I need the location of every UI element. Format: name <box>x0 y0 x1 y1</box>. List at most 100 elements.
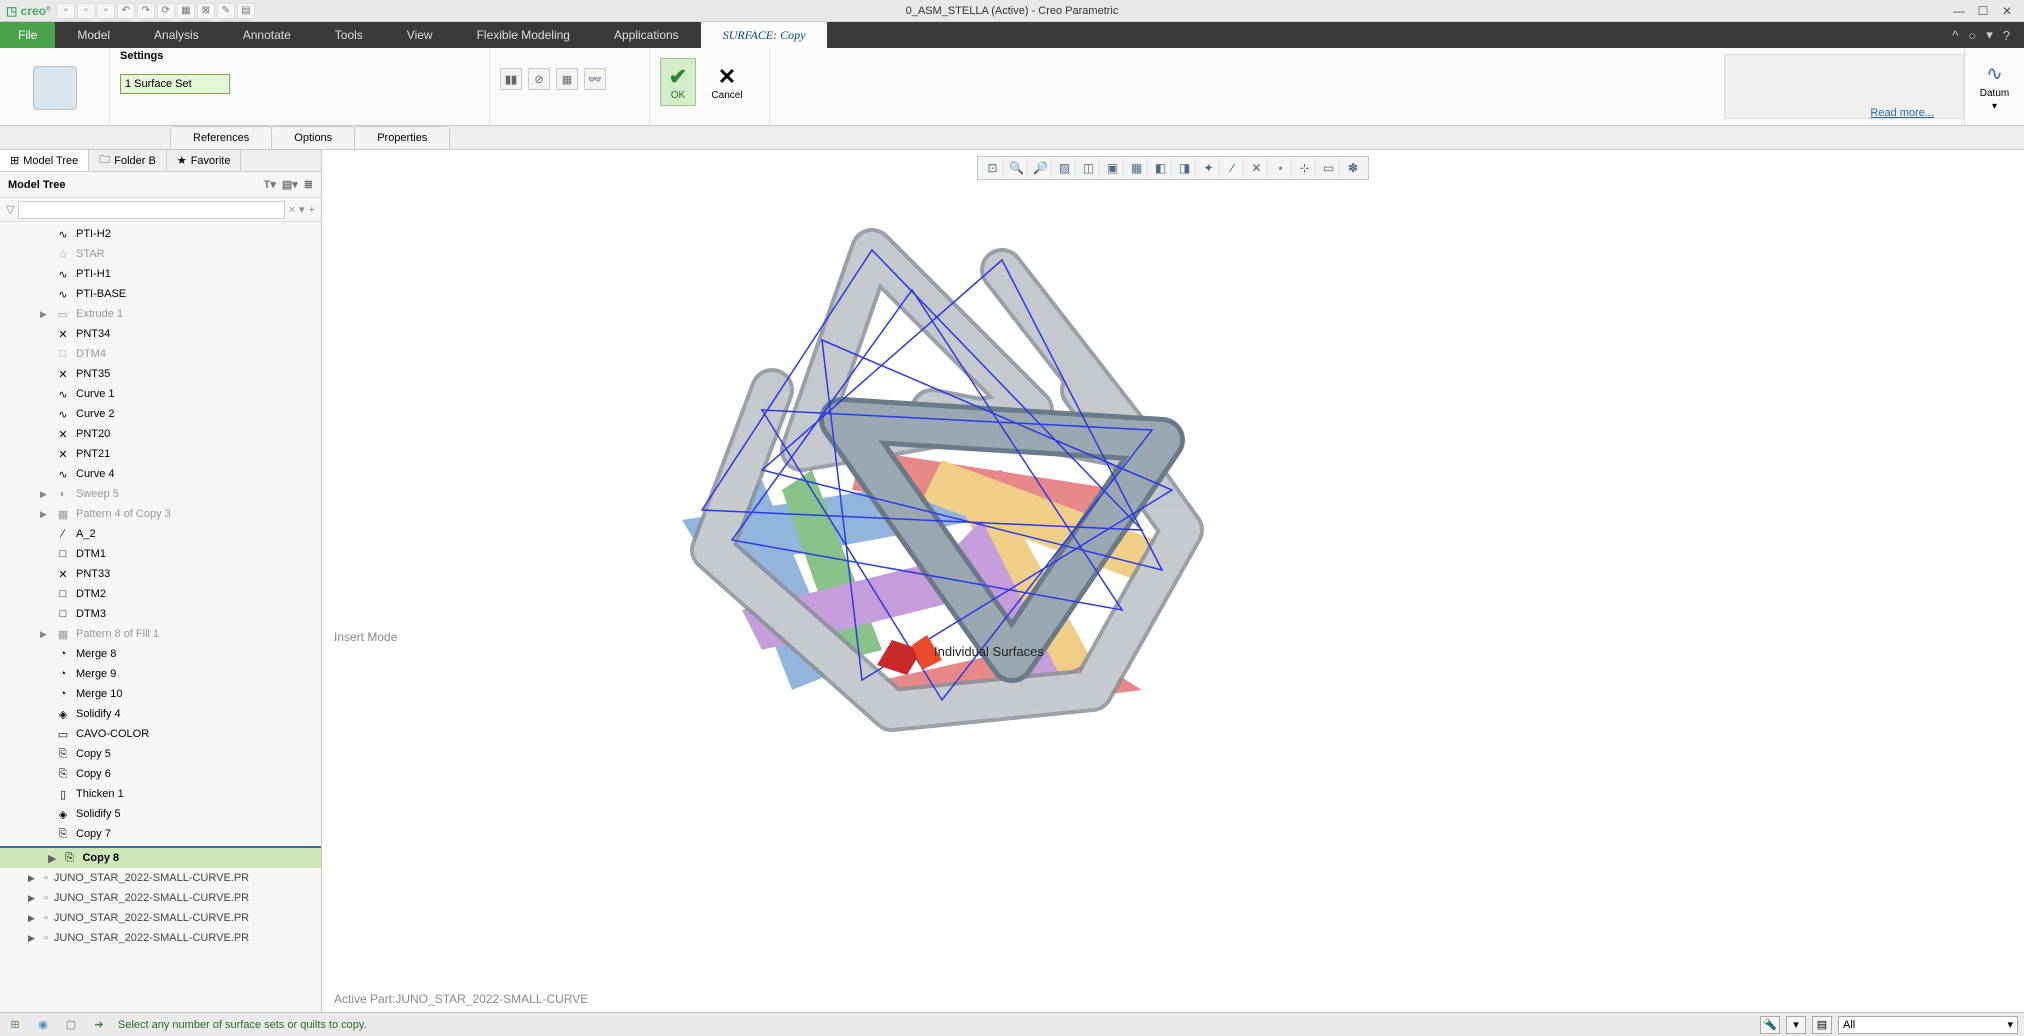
expand-icon[interactable]: ▶ <box>40 509 50 520</box>
tree-item[interactable]: ▶▭Extrude 1 <box>0 304 321 324</box>
expand-icon[interactable]: ▶ <box>28 913 38 924</box>
tree-item-active[interactable]: ▶ ⎘ Copy 8 <box>0 848 321 868</box>
close-win-icon[interactable]: ⊠ <box>197 3 215 19</box>
select-prev-icon[interactable]: ▾ <box>1786 1016 1806 1034</box>
status-icon-3[interactable]: ▢ <box>62 1016 80 1034</box>
tree-settings-icon[interactable]: T▾ <box>264 178 276 191</box>
status-icon-1[interactable]: ⊞ <box>6 1016 24 1034</box>
help-icon[interactable]: ? <box>2003 28 2010 43</box>
subtab-options[interactable]: Options <box>271 126 355 149</box>
expand-icon[interactable]: ▶ <box>40 309 50 320</box>
settings-icon[interactable]: ▾ <box>1986 27 1993 43</box>
expand-icon[interactable]: ▶ <box>40 629 50 640</box>
filter-menu-icon[interactable]: ▾ <box>299 203 305 216</box>
spin-center-icon[interactable]: ✦ <box>1198 158 1220 178</box>
tree-item[interactable]: ▯Thicken 1 <box>0 784 321 804</box>
plane-display-icon[interactable]: ▭ <box>1318 158 1340 178</box>
ok-button[interactable]: ✔ OK <box>660 58 696 106</box>
annot-display-icon[interactable]: ◨ <box>1174 158 1196 178</box>
tree-item[interactable]: ☆STAR <box>0 244 321 264</box>
tree-item[interactable]: ✕PNT33 <box>0 564 321 584</box>
tree-tab-model[interactable]: ⊞Model Tree <box>0 150 89 171</box>
find-icon[interactable]: 🔦 <box>1760 1016 1780 1034</box>
refit-icon[interactable]: ⊡ <box>982 158 1004 178</box>
expand-icon[interactable]: ▶ <box>28 873 38 884</box>
verify-icon[interactable]: ▦ <box>556 68 578 90</box>
minimize-button[interactable]: — <box>1950 4 1968 18</box>
render-icon[interactable]: ▤ <box>237 3 255 19</box>
tree-assembly-item[interactable]: ▶▫JUNO_STAR_2022-SMALL-CURVE.PR <box>0 888 321 908</box>
zoom-in-icon[interactable]: 🔍 <box>1006 158 1028 178</box>
subtab-properties[interactable]: Properties <box>354 126 450 149</box>
tree-item[interactable]: □DTM4 <box>0 344 321 364</box>
maximize-button[interactable]: ☐ <box>1974 4 1992 18</box>
status-icon-2[interactable]: ◉ <box>34 1016 52 1034</box>
tree-item[interactable]: ⎘Copy 7 <box>0 824 321 844</box>
tree-item[interactable]: ∿Curve 1 <box>0 384 321 404</box>
saved-views-icon[interactable]: ▣ <box>1102 158 1124 178</box>
tree-item[interactable]: ▶◐Sweep 5 <box>0 484 321 504</box>
csys-display-icon[interactable]: ⊹ <box>1294 158 1316 178</box>
pause-icon[interactable]: ▮▮ <box>500 68 522 90</box>
clear-filter-icon[interactable]: × <box>289 204 295 216</box>
expand-icon[interactable]: ▶ <box>28 933 38 944</box>
glasses-icon[interactable]: 👓 <box>584 68 606 90</box>
view-manager-icon[interactable]: ▦ <box>1126 158 1148 178</box>
tree-item[interactable]: ∿PTI-H2 <box>0 224 321 244</box>
tree-item[interactable]: ▭CAVO-COLOR <box>0 724 321 744</box>
tree-item[interactable]: ✕PNT34 <box>0 324 321 344</box>
tree-item[interactable]: ◈Solidify 4 <box>0 704 321 724</box>
tree-item[interactable]: ∿Curve 4 <box>0 464 321 484</box>
ribbon-collapse-icon[interactable]: ^ <box>1952 28 1958 43</box>
datum-display-icon[interactable]: ∕ <box>1222 158 1244 178</box>
annotation-icon[interactable]: ✽ <box>1342 158 1364 178</box>
tab-flexible-modeling[interactable]: Flexible Modeling <box>455 22 592 48</box>
tree-item[interactable]: ◔Merge 10 <box>0 684 321 704</box>
tree-tab-folder[interactable]: 🗀Folder B <box>89 150 167 171</box>
selection-filter-combo[interactable]: All ▾ <box>1838 1016 2018 1034</box>
tree-item[interactable]: ▶▦Pattern 4 of Copy 3 <box>0 504 321 524</box>
tab-analysis[interactable]: Analysis <box>132 22 221 48</box>
tree-assembly-item[interactable]: ▶▫JUNO_STAR_2022-SMALL-CURVE.PR <box>0 928 321 948</box>
zoom-out-icon[interactable]: 🔎 <box>1030 158 1052 178</box>
tab-view[interactable]: View <box>385 22 455 48</box>
tab-surface-copy[interactable]: SURFACE: Copy <box>701 22 828 48</box>
redo-icon[interactable]: ↷ <box>137 3 155 19</box>
tree-item[interactable]: ✕PNT20 <box>0 424 321 444</box>
tree-scroll[interactable]: ∿PTI-H2☆STAR∿PTI-H1∿PTI-BASE▶▭Extrude 1✕… <box>0 222 321 1012</box>
tree-item[interactable]: ◔Merge 8 <box>0 644 321 664</box>
tree-item[interactable]: ∿PTI-BASE <box>0 284 321 304</box>
read-more-link[interactable]: Read more... <box>1870 107 1934 119</box>
tree-show-icon[interactable]: ▤▾ <box>282 178 298 191</box>
tab-applications[interactable]: Applications <box>592 22 701 48</box>
tree-item[interactable]: ▶▦Pattern 8 of Fill 1 <box>0 624 321 644</box>
windows-icon[interactable]: ▦ <box>177 3 195 19</box>
tab-tools[interactable]: Tools <box>313 22 385 48</box>
undo-icon[interactable]: ↶ <box>117 3 135 19</box>
tab-model[interactable]: Model <box>55 22 132 48</box>
tree-item[interactable]: ∿Curve 2 <box>0 404 321 424</box>
tree-item[interactable]: □DTM2 <box>0 584 321 604</box>
display-style-icon[interactable]: ◫ <box>1078 158 1100 178</box>
open-icon[interactable]: ▫ <box>77 3 95 19</box>
tab-annotate[interactable]: Annotate <box>221 22 313 48</box>
save-icon[interactable]: ▫ <box>97 3 115 19</box>
tree-item[interactable]: ∿PTI-H1 <box>0 264 321 284</box>
tree-item[interactable]: ⎘Copy 5 <box>0 744 321 764</box>
tree-item[interactable]: ◈Solidify 5 <box>0 804 321 824</box>
select-list-icon[interactable]: ▤ <box>1812 1016 1832 1034</box>
tree-item[interactable]: □DTM3 <box>0 604 321 624</box>
tree-item[interactable]: ∕A_2 <box>0 524 321 544</box>
add-filter-icon[interactable]: + <box>309 204 315 216</box>
expand-icon[interactable]: ▶ <box>28 893 38 904</box>
graphics-viewport[interactable]: ⊡ 🔍 🔎 ▨ ◫ ▣ ▦ ◧ ◨ ✦ ∕ ✕ ⋆ ⊹ ▭ ✽ Insert M… <box>322 150 2024 1012</box>
tree-item[interactable]: ⎘Copy 6 <box>0 764 321 784</box>
cancel-button[interactable]: ✕ Cancel <box>704 58 750 106</box>
tree-layers-icon[interactable]: ≣ <box>304 178 313 191</box>
new-icon[interactable]: ▫ <box>57 3 75 19</box>
datum-group[interactable]: ∿ Datum ▾ <box>1964 48 2024 125</box>
tree-item[interactable]: ◔Merge 9 <box>0 664 321 684</box>
expand-icon[interactable]: ▶ <box>40 489 50 500</box>
file-menu[interactable]: File <box>0 22 55 48</box>
surface-set-input[interactable]: 1 Surface Set <box>120 74 230 94</box>
